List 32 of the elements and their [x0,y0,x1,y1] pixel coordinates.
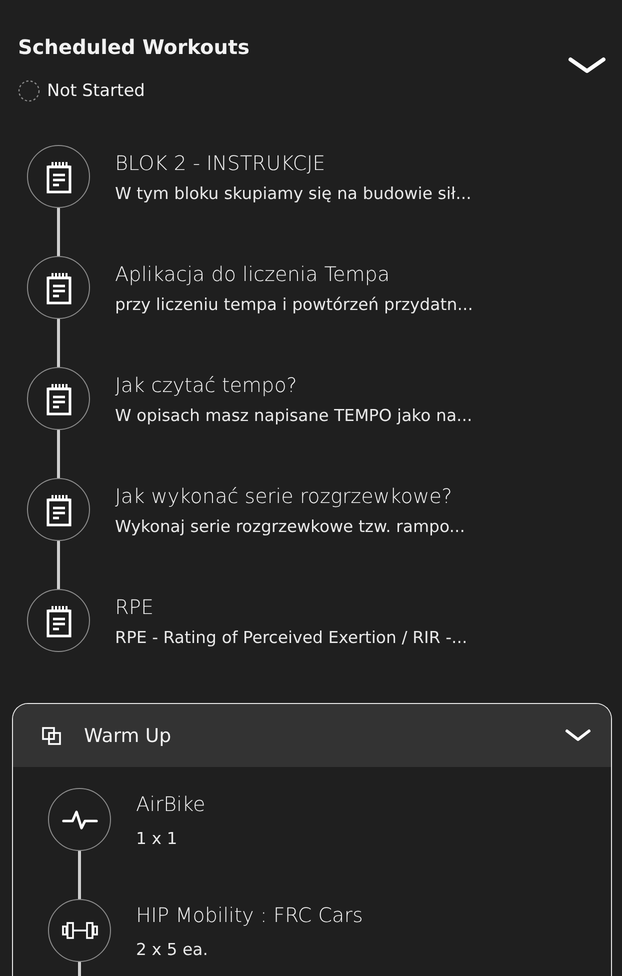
section-title: Scheduled Workouts [18,35,250,59]
dashed-circle-icon [18,80,40,102]
exercise-detail: 1 x 1 [136,828,178,850]
item-title[interactable]: BLOK 2 - INSTRUKCJE [115,150,472,176]
exercise-title[interactable]: AirBike [136,790,206,816]
connector-line [57,319,60,367]
item-title[interactable]: RPE [115,594,468,620]
notepad-icon [44,604,72,638]
expand-button[interactable] [563,727,593,744]
item-title[interactable]: Jak wykonać serie rozgrzewkowe? [115,482,466,508]
item-description: Wykonaj serie rozgrzewkowe tzw. rampo... [115,516,466,538]
notepad-icon [44,382,72,416]
notepad-icon [44,492,72,526]
item-title[interactable]: Aplikacja do liczenia Tempa [115,260,473,286]
card-title: Warm Up [84,724,172,748]
status-label: Not Started [47,80,145,102]
pulse-icon [62,810,98,830]
connector-line [57,208,60,256]
exercise-title[interactable]: HIP Mobility : FRC Cars [136,902,363,928]
item-title[interactable]: Jak czytać tempo? [115,372,472,398]
layers-icon [42,726,61,744]
item-description: W tym bloku skupiamy się na budowie sił... [115,182,472,204]
item-description: W opisach masz napisane TEMPO jako na... [115,404,472,426]
exercise-detail: 2 x 5 ea. [136,938,210,960]
notepad-icon [44,270,72,304]
notepad-icon [44,160,72,194]
item-description: RPE - Rating of Perceived Exertion / RIR -... [115,626,468,648]
item-description: przy liczeniu tempa i powtórzeń przydatn... [115,294,473,316]
connector-line [78,851,81,899]
connector-line [57,430,60,478]
connector-line [57,541,60,589]
dumbbell-icon [62,922,98,939]
